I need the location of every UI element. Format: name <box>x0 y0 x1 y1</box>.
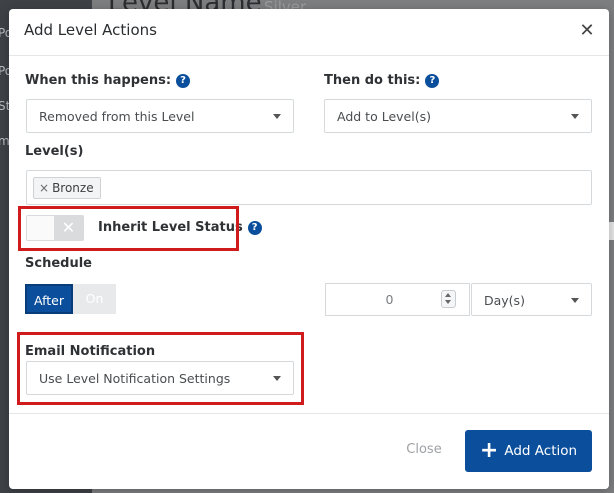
levels-tag-input[interactable]: × Bronze <box>26 170 592 205</box>
schedule-amount-value: 0 <box>385 292 394 307</box>
action-select-value: Add to Level(s) <box>337 109 431 124</box>
action-label: Then do this:? <box>324 73 440 88</box>
schedule-unit-value: Day(s) <box>484 293 525 308</box>
remove-tag-icon[interactable]: × <box>39 181 49 195</box>
highlight-box <box>17 332 304 405</box>
schedule-after-button[interactable]: After <box>25 284 73 314</box>
chevron-down-icon <box>571 298 579 303</box>
schedule-label: Schedule <box>25 256 92 271</box>
chevron-down-icon <box>273 114 281 119</box>
action-select[interactable]: Add to Level(s) <box>324 99 592 133</box>
footer-divider <box>9 413 609 414</box>
add-level-actions-modal: Add Level Actions ✕ When this happens:? … <box>9 9 609 489</box>
level-tag-label: Bronze <box>52 181 94 195</box>
highlight-box <box>18 206 239 251</box>
stepper-icon[interactable] <box>441 290 456 308</box>
trigger-select[interactable]: Removed from this Level <box>26 99 294 133</box>
level-tag: × Bronze <box>33 177 101 199</box>
trigger-select-value: Removed from this Level <box>39 109 195 124</box>
schedule-on-button[interactable]: On <box>73 284 116 314</box>
add-action-button[interactable]: + Add Action <box>465 430 592 472</box>
help-icon[interactable]: ? <box>247 221 262 235</box>
trigger-label-text: When this happens: <box>25 73 172 88</box>
modal-title: Add Level Actions <box>24 21 157 39</box>
trigger-label: When this happens:? <box>25 73 191 88</box>
help-icon[interactable]: ? <box>176 74 191 88</box>
modal-header: Add Level Actions ✕ <box>9 9 609 56</box>
action-label-text: Then do this: <box>324 73 421 88</box>
schedule-amount-input[interactable]: 0 <box>325 283 470 316</box>
schedule-unit-select[interactable]: Day(s) <box>471 283 592 316</box>
help-icon[interactable]: ? <box>425 74 440 88</box>
plus-icon: + <box>479 438 499 463</box>
close-button[interactable]: Close <box>399 440 449 460</box>
chevron-down-icon <box>571 114 579 119</box>
levels-label: Level(s) <box>25 144 84 159</box>
close-icon[interactable]: ✕ <box>577 21 597 41</box>
add-action-label: Add Action <box>504 443 578 459</box>
